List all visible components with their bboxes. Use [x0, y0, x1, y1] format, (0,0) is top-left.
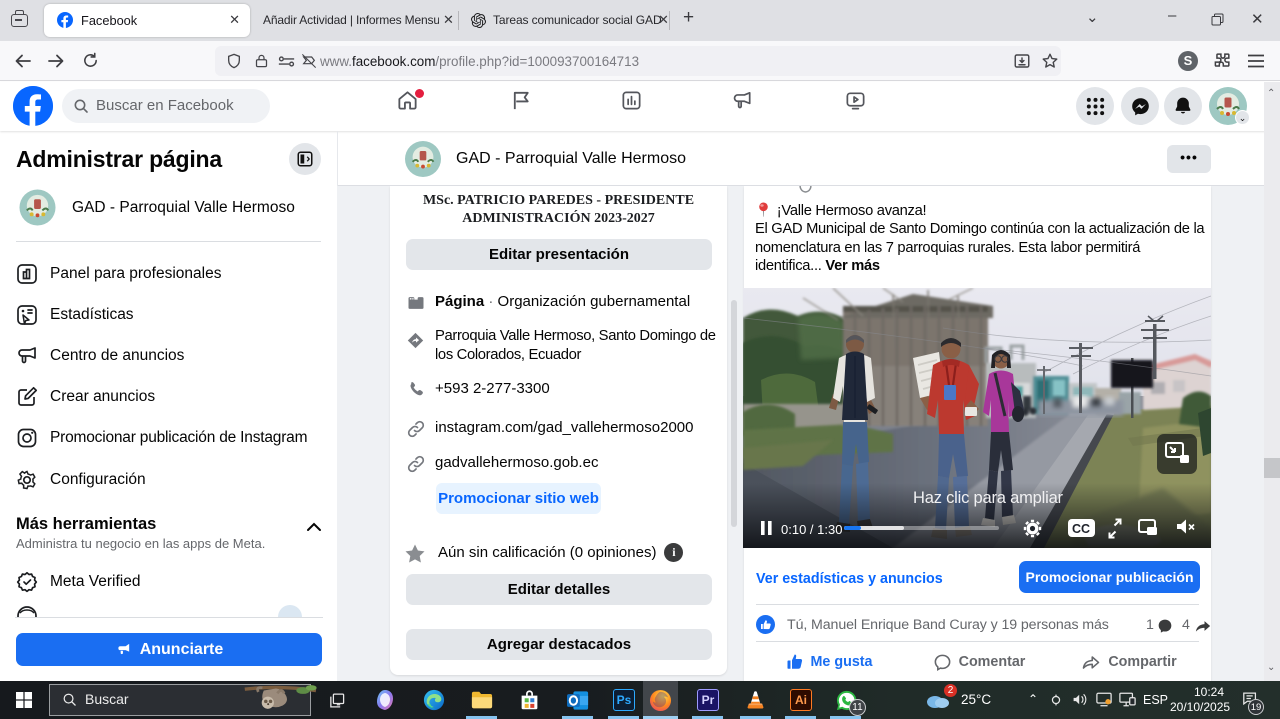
svg-text:0:10 / 1:30: 0:10 / 1:30: [781, 522, 842, 537]
svg-text:CC: CC: [1072, 522, 1090, 536]
svg-text:Haz clic para ampliar: Haz clic para ampliar: [913, 489, 1064, 507]
